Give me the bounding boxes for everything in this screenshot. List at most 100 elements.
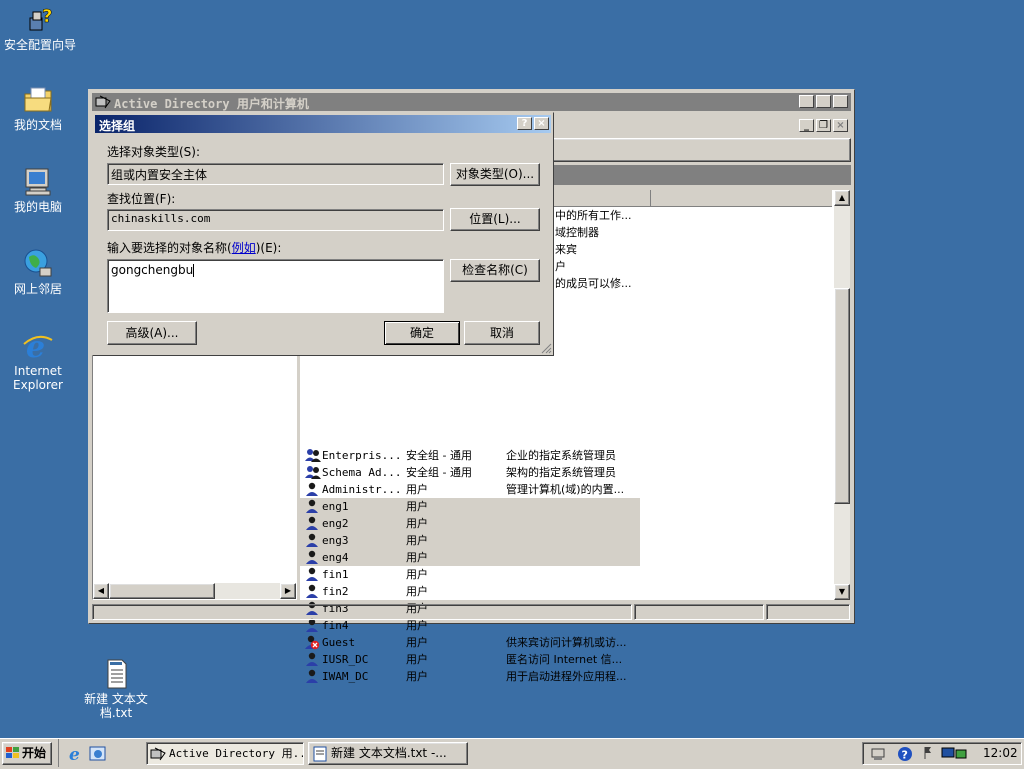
child-minimize-button[interactable]: _ xyxy=(799,119,814,132)
network-tray-icon[interactable] xyxy=(871,747,887,761)
examples-link[interactable]: 例如 xyxy=(232,241,256,255)
object-names-input[interactable]: gongchengbu xyxy=(107,259,444,313)
show-desktop-icon[interactable] xyxy=(89,745,107,763)
desktop-icon-network-places[interactable]: 网上邻居 xyxy=(0,248,78,296)
locations-button[interactable]: 位置(L)... xyxy=(450,208,540,231)
desktop-icon-text-file[interactable]: 新建 文本文档.txt xyxy=(76,658,156,720)
table-row[interactable]: Guest 用户 供来宾访问计算机或访... xyxy=(300,634,640,651)
object-type-label: 选择对象类型(S): xyxy=(107,145,201,159)
scroll-right-button[interactable]: ▶ xyxy=(280,583,296,599)
notepad-icon xyxy=(313,746,327,762)
clock[interactable]: 12:02 xyxy=(983,746,1018,760)
close-button[interactable]: × xyxy=(833,95,848,108)
row-name: eng3 xyxy=(322,534,349,547)
check-names-button[interactable]: 检查名称(C) xyxy=(450,259,540,282)
row-description: 管理计算机(域)的内置... xyxy=(506,483,625,496)
row-type: 用户 xyxy=(406,534,428,547)
ok-button[interactable]: 确定 xyxy=(384,321,460,345)
user-icon xyxy=(306,499,318,513)
table-row[interactable]: IWAM_DC 用户 用于启动进程外应用程... xyxy=(300,668,640,685)
child-restore-button[interactable]: ❐ xyxy=(816,119,831,132)
system-tray: ? 12:02 xyxy=(862,742,1022,765)
maximize-button[interactable]: □ xyxy=(816,95,831,108)
scroll-left-button[interactable]: ◀ xyxy=(93,583,109,599)
dialog-titlebar[interactable]: 选择组 ? × xyxy=(95,115,551,133)
tree-horizontal-scrollbar[interactable]: ◀ ▶ xyxy=(93,583,296,599)
desktop-icon-internet-explorer[interactable]: e Internet Explorer xyxy=(0,330,78,392)
help-button[interactable]: ? xyxy=(517,117,532,130)
row-type: 用户 xyxy=(406,568,428,581)
ad-app-icon xyxy=(95,95,111,109)
minimize-button[interactable]: _ xyxy=(799,95,814,108)
desktop-icon-my-documents[interactable]: 我的文档 xyxy=(0,84,78,132)
desktop-icon-my-computer[interactable]: 我的电脑 xyxy=(0,166,78,214)
row-name: IWAM_DC xyxy=(322,670,369,683)
user-icon xyxy=(306,533,318,547)
network-places-icon xyxy=(24,249,52,277)
ie-quicklaunch-icon[interactable]: e xyxy=(67,745,85,763)
row-type: 用户 xyxy=(406,670,428,683)
scroll-up-button[interactable]: ▲ xyxy=(834,190,850,206)
scroll-thumb[interactable] xyxy=(834,288,850,504)
desktop-icon-label: 我的电脑 xyxy=(13,200,62,214)
list-vertical-scrollbar[interactable]: ▲ ▼ xyxy=(834,190,850,600)
task-ad-users[interactable]: Active Directory 用... xyxy=(146,742,304,765)
child-close-button[interactable]: × xyxy=(833,119,848,132)
row-name: Guest xyxy=(322,636,356,649)
desktop-icon-label: 网上邻居 xyxy=(13,282,62,296)
advanced-button[interactable]: 高级(A)... xyxy=(107,321,197,345)
row-description: 用于启动进程外应用程... xyxy=(506,670,627,683)
row-name: fin1 xyxy=(322,568,349,581)
table-row[interactable]: eng2 用户 xyxy=(300,515,640,532)
status-bar xyxy=(92,603,851,621)
row-name: eng2 xyxy=(322,517,349,530)
row-description: 架构的指定系统管理员 xyxy=(506,466,616,479)
internet-explorer-icon: e xyxy=(23,330,53,362)
row-description: 匿名访问 Internet 信... xyxy=(506,653,623,666)
user-icon xyxy=(306,550,318,564)
table-row[interactable]: fin1 用户 xyxy=(300,566,640,583)
desktop-icon-security-wizard[interactable]: ? 安全配置向导 xyxy=(0,4,80,52)
scroll-thumb[interactable] xyxy=(109,583,215,599)
start-label: 开始 xyxy=(22,746,47,760)
table-row[interactable]: Schema Ad... 安全组 - 通用 架构的指定系统管理员 xyxy=(300,464,640,481)
table-row[interactable]: fin2 用户 xyxy=(300,583,640,600)
table-row[interactable]: eng4 用户 xyxy=(300,549,640,566)
dialog-close-button[interactable]: × xyxy=(534,117,549,130)
flag-tray-icon[interactable] xyxy=(923,745,933,761)
user-icon xyxy=(306,584,318,598)
desktop-icon-label: 新建 文本文档.txt xyxy=(84,692,148,720)
monitor-tray-icon[interactable] xyxy=(941,746,975,762)
row-name: fin2 xyxy=(322,585,349,598)
table-row[interactable]: Enterpris... 安全组 - 通用 企业的指定系统管理员 xyxy=(300,447,640,464)
table-row[interactable]: eng1 用户 xyxy=(300,498,640,515)
main-window-titlebar[interactable]: Active Directory 用户和计算机 _ □ × xyxy=(92,93,851,111)
start-button[interactable]: 开始 xyxy=(2,742,52,765)
row-type: 用户 xyxy=(406,551,428,564)
select-group-dialog[interactable]: 选择组 ? × 选择对象类型(S): 组或内置安全主体 对象类型(O)... 查… xyxy=(92,112,554,356)
row-type: 安全组 - 通用 xyxy=(406,449,472,462)
svg-text:e: e xyxy=(69,745,80,763)
table-row[interactable]: eng3 用户 xyxy=(300,532,640,549)
cancel-button[interactable]: 取消 xyxy=(464,321,540,345)
quick-launch: e xyxy=(58,739,139,767)
task-text-file[interactable]: 新建 文本文档.txt -... xyxy=(308,742,468,765)
svg-text:e: e xyxy=(26,330,45,362)
ad-app-icon xyxy=(150,747,166,761)
row-name: Administr... xyxy=(322,483,402,496)
table-row[interactable]: IUSR_DC 用户 匿名访问 Internet 信... xyxy=(300,651,640,668)
location-label: 查找位置(F): xyxy=(107,192,176,206)
row-type: 用户 xyxy=(406,585,428,598)
disabled-user-icon xyxy=(305,635,320,650)
svg-text:?: ? xyxy=(902,749,908,762)
help-tray-icon[interactable]: ? xyxy=(897,746,913,762)
svg-text:?: ? xyxy=(42,6,52,27)
scroll-down-button[interactable]: ▼ xyxy=(834,584,850,600)
desktop-icon-label: 安全配置向导 xyxy=(3,38,76,52)
text-cursor xyxy=(193,264,195,277)
row-name: Enterpris... xyxy=(322,449,402,462)
object-types-button[interactable]: 对象类型(O)... xyxy=(450,163,540,186)
taskbar: 开始 e Active Directory 用... 新建 文本文档.txt -… xyxy=(0,738,1024,769)
table-row[interactable]: Administr... 用户 管理计算机(域)的内置... xyxy=(300,481,640,498)
resize-grip-icon[interactable] xyxy=(540,342,552,354)
